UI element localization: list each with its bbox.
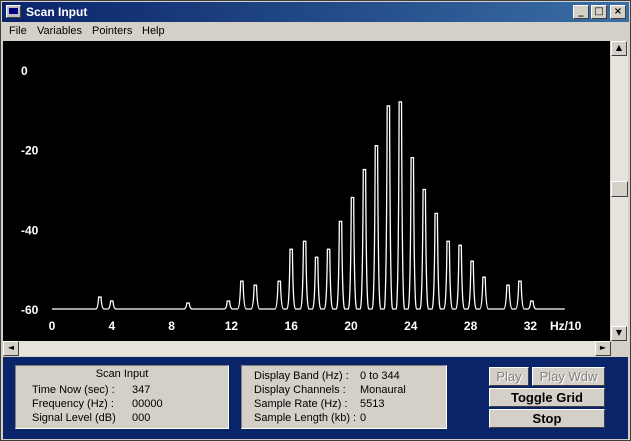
spectrum-peak-5 — [254, 284, 256, 286]
time-now-value: 347 — [132, 384, 151, 396]
x-tick-label: 12 — [225, 319, 239, 333]
vertical-scroll-thumb[interactable] — [611, 181, 628, 197]
window-title: Scan Input — [26, 5, 88, 19]
menu-pointers[interactable]: Pointers — [92, 25, 132, 37]
size-grip — [611, 341, 628, 356]
x-tick-label: 24 — [404, 319, 418, 333]
spectrum-peak-17 — [411, 157, 413, 159]
title-bar[interactable]: Scan Input _ □ × — [2, 2, 629, 22]
spectrum-peak-1 — [111, 300, 113, 302]
scroll-up-button[interactable]: ▲ — [611, 41, 627, 56]
y-tick-label: -60 — [21, 303, 39, 317]
spectrum-chart-svg: 0 -20 -40 -60 0 4 8 12 16 20 24 28 32 Hz/10 — [21, 64, 582, 333]
y-tick-label: -40 — [21, 223, 39, 237]
spectrum-peak-24 — [507, 284, 509, 286]
spectrum-peak-21 — [459, 244, 461, 246]
vertical-scrollbar[interactable]: ▲ ▼ — [611, 41, 628, 341]
sample-rate-value: 5513 — [360, 398, 385, 410]
status-area: Scan Input Time Now (sec) : 347 Frequenc… — [3, 357, 628, 439]
sample-rate-label: Sample Rate (Hz) : — [254, 398, 348, 410]
close-button[interactable]: × — [610, 5, 626, 19]
y-tick-label: 0 — [21, 64, 28, 78]
spectrum-peak-23 — [483, 276, 485, 278]
menu-bar: File Variables Pointers Help — [2, 22, 629, 41]
menu-help[interactable]: Help — [142, 25, 165, 37]
time-now-label: Time Now (sec) : — [32, 384, 115, 396]
scroll-left-button[interactable]: ◄ — [3, 341, 19, 356]
spectrum-peak-9 — [316, 256, 318, 258]
spectrum-peak-14 — [375, 145, 378, 147]
display-band-label: Display Band (Hz) : — [254, 370, 349, 382]
scan-input-panel: Scan Input Time Now (sec) : 347 Frequenc… — [15, 365, 229, 429]
frequency-label: Frequency (Hz) : — [32, 398, 114, 410]
spectrum-peak-25 — [519, 280, 521, 282]
maximize-button[interactable]: □ — [591, 5, 607, 19]
x-tick-label: 8 — [168, 319, 175, 333]
spectrum-peak-7 — [290, 248, 292, 250]
x-tick-label: 0 — [49, 319, 56, 333]
minimize-button[interactable]: _ — [573, 5, 589, 19]
x-axis-label: Hz/10 — [550, 319, 582, 333]
spectrum-peak-22 — [471, 260, 473, 262]
spectrum-peak-16 — [399, 101, 401, 103]
frequency-value: 00000 — [132, 398, 163, 410]
spectrum-peak-18 — [423, 188, 425, 191]
x-tick-label: 28 — [464, 319, 478, 333]
spectrum-peak-8 — [304, 240, 306, 242]
spectrum-peak-26 — [531, 300, 533, 302]
x-tick-label: 4 — [108, 319, 115, 333]
display-channels-value: Monaural — [360, 384, 406, 396]
menu-file[interactable]: File — [9, 25, 27, 37]
menu-variables[interactable]: Variables — [37, 25, 82, 37]
play-button[interactable]: Play — [489, 367, 529, 386]
x-tick-label: 16 — [285, 319, 299, 333]
spectrum-peak-12 — [351, 196, 354, 199]
scan-input-window: Scan Input _ □ × File Variables Pointers… — [0, 0, 631, 441]
scroll-right-button[interactable]: ► — [595, 341, 611, 356]
app-icon[interactable] — [6, 5, 21, 18]
spectrum-trace — [52, 101, 565, 310]
display-settings-panel: Display Band (Hz) : 0 to 344 Display Cha… — [241, 365, 447, 429]
spectrum-plot[interactable]: 0 -20 -40 -60 0 4 8 12 16 20 24 28 32 Hz/10 — [3, 41, 610, 341]
sample-length-value: 0 — [360, 412, 367, 424]
spectrum-peak-20 — [447, 240, 449, 242]
toggle-grid-button[interactable]: Toggle Grid — [489, 388, 605, 407]
spectrum-peak-6 — [278, 280, 280, 282]
display-band-value: 0 to 344 — [360, 370, 400, 382]
signal-level-label: Signal Level (dB) — [32, 412, 116, 424]
x-tick-label: 32 — [524, 319, 538, 333]
scan-panel-title: Scan Input — [95, 368, 149, 380]
signal-level-value: 000 — [132, 412, 151, 424]
spectrum-peak-3 — [227, 300, 230, 302]
spectrum-peak-15 — [387, 105, 389, 107]
horizontal-scrollbar[interactable]: ◄ ► — [3, 341, 611, 356]
spectrum-peak-4 — [241, 280, 243, 282]
y-tick-label: -20 — [21, 144, 39, 158]
x-tick-label: 20 — [344, 319, 358, 333]
display-channels-label: Display Channels : — [254, 384, 346, 396]
sample-length-label: Sample Length (kb) : — [254, 412, 357, 424]
spectrum-peak-2 — [187, 302, 189, 304]
spectrum-peak-10 — [327, 248, 330, 250]
stop-button[interactable]: Stop — [489, 409, 605, 428]
scroll-down-button[interactable]: ▼ — [611, 326, 627, 341]
spectrum-peak-13 — [363, 168, 366, 171]
spectrum-peak-11 — [339, 220, 342, 222]
play-window-button[interactable]: Play Wdw — [532, 367, 605, 386]
spectrum-peak-19 — [435, 212, 437, 214]
spectrum-peak-0 — [99, 296, 101, 298]
